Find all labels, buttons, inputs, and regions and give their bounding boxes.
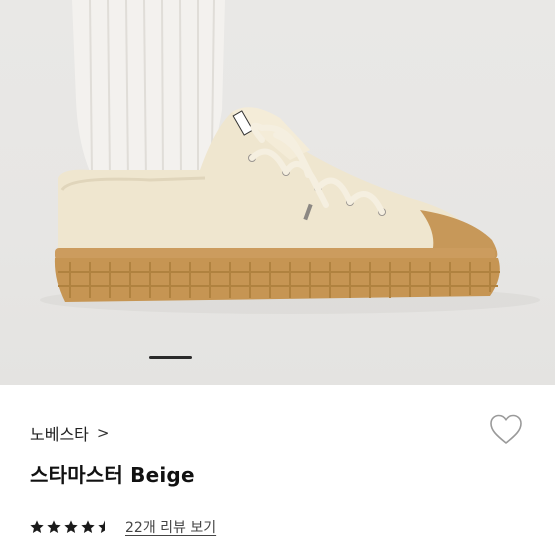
rating-row: 22개 리뷰 보기 [29,517,216,537]
rating-stars [29,519,113,535]
wishlist-heart-button[interactable] [488,412,524,448]
product-photo [40,0,540,314]
star-half-icon [98,520,105,533]
heart-icon [490,414,522,444]
product-title: 스타마스터 Beige [30,463,195,487]
star-full-icon [30,520,44,533]
review-count-link[interactable]: 22개 리뷰 보기 [125,517,216,537]
gallery-pager-indicator [149,356,192,359]
star-full-icon [81,520,95,533]
brand-name: 노베스타 [30,425,89,444]
star-full-icon [64,520,78,533]
chevron-right-icon: > [96,424,110,442]
star-full-icon [47,520,61,533]
brand-link[interactable]: 노베스타 > [30,421,109,445]
product-image-gallery[interactable] [0,0,555,385]
